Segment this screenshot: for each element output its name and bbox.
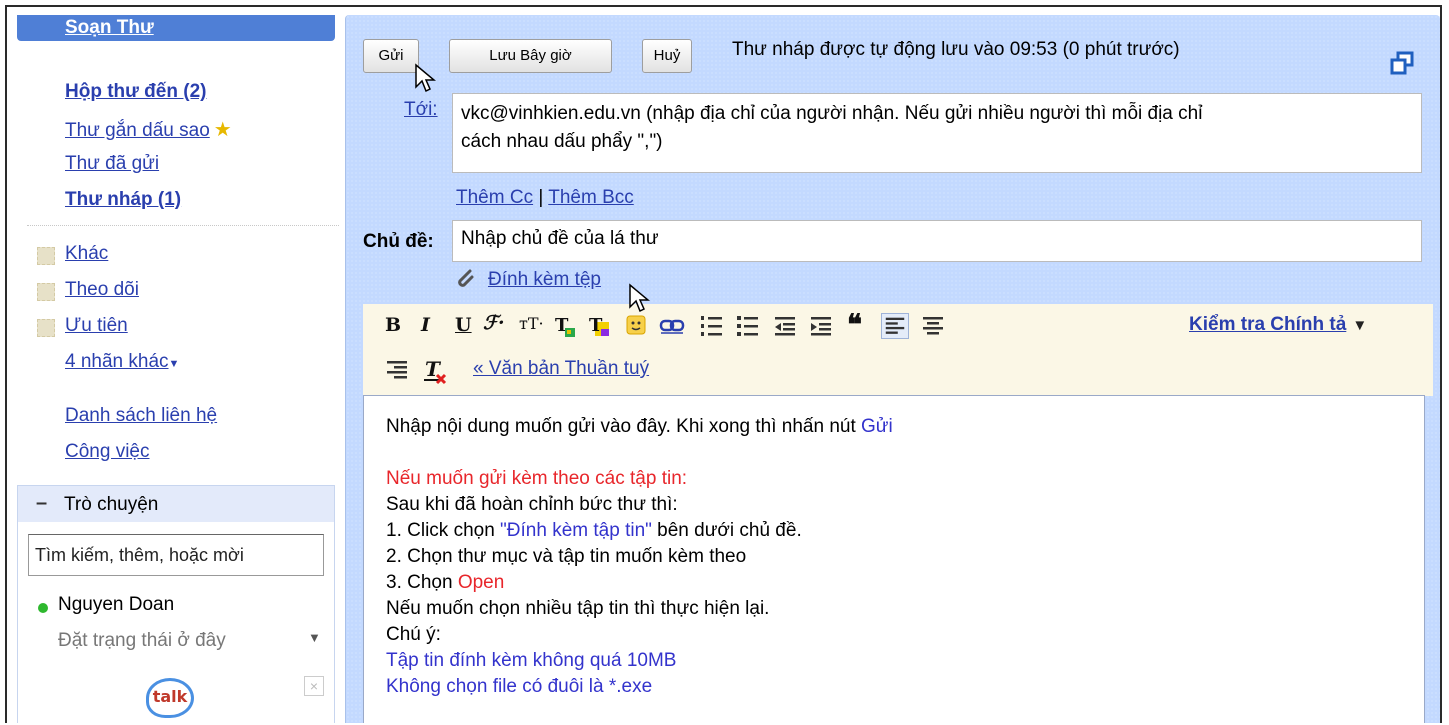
svg-text:T: T — [589, 315, 603, 336]
label-theo-doi[interactable]: Theo dõi — [65, 279, 139, 301]
attach-file-link[interactable]: Đính kèm tệp — [488, 269, 601, 291]
bulleted-list-icon[interactable] — [735, 315, 759, 337]
status-dropdown-icon[interactable]: ▼ — [308, 630, 321, 645]
nav-starred[interactable]: Thư gắn dấu sao — [65, 120, 210, 141]
body-line: 1. Click chọn "Đính kèm tập tin" bên dướ… — [386, 520, 802, 541]
blockquote-icon[interactable]: ❝ — [847, 308, 862, 341]
body-line: Sau khi đã hoàn chỉnh bức thư thì: — [386, 494, 678, 515]
chat-search-input[interactable] — [28, 534, 324, 576]
compose-tab: Soạn Thư — [17, 15, 335, 41]
nav-sent[interactable]: Thư đã gửi — [65, 153, 159, 175]
to-label-link[interactable]: Tới: — [404, 99, 438, 121]
numbered-list-icon[interactable] — [699, 315, 723, 337]
nav-starred-row: Thư gắn dấu sao ★ — [65, 117, 232, 142]
compose-panel: Gửi Lưu Bây giờ Huỷ Thư nháp được tự độn… — [345, 15, 1440, 723]
body-line: 2. Chọn thư mục và tập tin muốn kèm theo — [386, 546, 747, 567]
font-size-icon[interactable]: тT· — [519, 314, 544, 333]
spell-check-link[interactable]: Kiểm tra Chính tả — [1189, 314, 1346, 335]
popout-window-icon[interactable] — [1390, 51, 1414, 75]
to-field-line2: cách nhau dấu phẩy ",") — [461, 131, 663, 152]
cc-separator: | — [538, 187, 544, 208]
underline-icon[interactable]: U — [455, 314, 472, 336]
divider — [27, 225, 339, 226]
discard-button[interactable]: Huỷ — [642, 39, 692, 73]
body-line: Không chọn file có đuôi là *.exe — [386, 676, 653, 697]
label-color-icon — [37, 247, 55, 265]
more-labels-link[interactable]: 4 nhãn khác — [65, 351, 169, 372]
link-icon[interactable] — [659, 318, 685, 334]
close-icon[interactable]: × — [304, 676, 324, 696]
formatting-toolbar: B I U ℱ· тT· T T ❝ Kiểm tra Chính tả ▼ T… — [363, 304, 1433, 396]
highlight-color-icon[interactable]: T — [587, 314, 611, 338]
add-cc-link[interactable]: Thêm Cc — [456, 187, 533, 208]
indent-more-icon[interactable] — [809, 315, 833, 337]
collapse-icon[interactable]: – — [36, 492, 47, 515]
nav-tasks[interactable]: Công việc — [65, 441, 150, 463]
font-family-icon[interactable]: ℱ· — [483, 312, 505, 334]
sidebar: Soạn Thư Hộp thư đến (2) Thư gắn dấu sao… — [7, 7, 343, 723]
compose-link[interactable]: Soạn Thư — [65, 17, 154, 39]
more-labels-row: 4 nhãn khác▼ — [65, 351, 179, 373]
body-line: Chú ý: — [386, 624, 441, 645]
bold-icon[interactable]: B — [385, 314, 401, 336]
mouse-pointer-icon — [629, 283, 650, 313]
to-field[interactable]: vkc@vinhkien.edu.vn (nhập địa chỉ của ng… — [452, 93, 1422, 173]
body-line: Nếu muốn gửi kèm theo các tập tin: — [386, 468, 688, 489]
chat-panel: – Trò chuyện Nguyen Doan Đặt trạng thái … — [17, 485, 335, 723]
nav-drafts[interactable]: Thư nháp (1) — [65, 189, 181, 211]
emoticon-icon[interactable] — [625, 314, 647, 336]
add-bcc-link[interactable]: Thêm Bcc — [548, 187, 634, 208]
mouse-pointer-icon — [415, 63, 436, 93]
cc-bcc-row: Thêm Cc | Thêm Bcc — [456, 187, 634, 209]
talk-logo: talk — [146, 678, 194, 718]
align-center-icon[interactable] — [921, 315, 945, 337]
send-button[interactable]: Gửi — [363, 39, 419, 73]
nav-contacts[interactable]: Danh sách liên hệ — [65, 405, 217, 427]
label-khac[interactable]: Khác — [65, 243, 108, 265]
indent-less-icon[interactable] — [773, 315, 797, 337]
body-line: 3. Chọn Open — [386, 572, 505, 593]
paperclip-icon — [458, 269, 474, 287]
text-color-icon[interactable]: T — [553, 314, 577, 338]
gmail-window: Soạn Thư Hộp thư đến (2) Thư gắn dấu sao… — [5, 5, 1442, 723]
chevron-down-icon[interactable]: ▼ — [169, 358, 180, 370]
plain-text-link[interactable]: « Văn bản Thuần tuý — [473, 358, 649, 380]
body-line: Tập tin đính kèm không quá 10MB — [386, 650, 677, 671]
body-line: Nếu muốn chọn nhiều tập tin thì thực hiệ… — [386, 598, 770, 619]
align-right-icon[interactable] — [385, 359, 409, 381]
label-color-icon — [37, 319, 55, 337]
body-line: Nhập nội dung muốn gửi vào đây. Khi xong… — [386, 416, 893, 437]
remove-formatting-icon[interactable]: T — [423, 357, 449, 385]
star-icon: ★ — [213, 119, 232, 141]
chat-header[interactable]: – Trò chuyện — [18, 486, 334, 522]
to-field-line1: vkc@vinhkien.edu.vn (nhập địa chỉ của ng… — [461, 103, 1203, 124]
subject-field[interactable]: Nhập chủ đề của lá thư — [452, 220, 1422, 262]
chevron-down-icon[interactable]: ▼ — [1352, 317, 1367, 334]
italic-icon[interactable]: I — [421, 314, 430, 336]
online-status-icon — [38, 603, 48, 613]
chat-title: Trò chuyện — [64, 494, 159, 515]
align-left-icon[interactable] — [881, 313, 909, 339]
message-body-editor[interactable]: Nhập nội dung muốn gửi vào đây. Khi xong… — [363, 395, 1425, 723]
spell-check-row: Kiểm tra Chính tả ▼ — [1189, 314, 1367, 336]
status-message-field[interactable]: Đặt trạng thái ở đây — [58, 630, 226, 652]
autosave-status: Thư nháp được tự động lưu vào 09:53 (0 p… — [732, 39, 1180, 60]
subject-label: Chủ đề: — [363, 231, 434, 252]
label-uu-tien[interactable]: Ưu tiên — [65, 315, 128, 337]
label-color-icon — [37, 283, 55, 301]
save-now-button[interactable]: Lưu Bây giờ — [449, 39, 612, 73]
chat-user-name: Nguyen Doan — [58, 594, 175, 615]
nav-inbox[interactable]: Hộp thư đến (2) — [65, 81, 206, 103]
